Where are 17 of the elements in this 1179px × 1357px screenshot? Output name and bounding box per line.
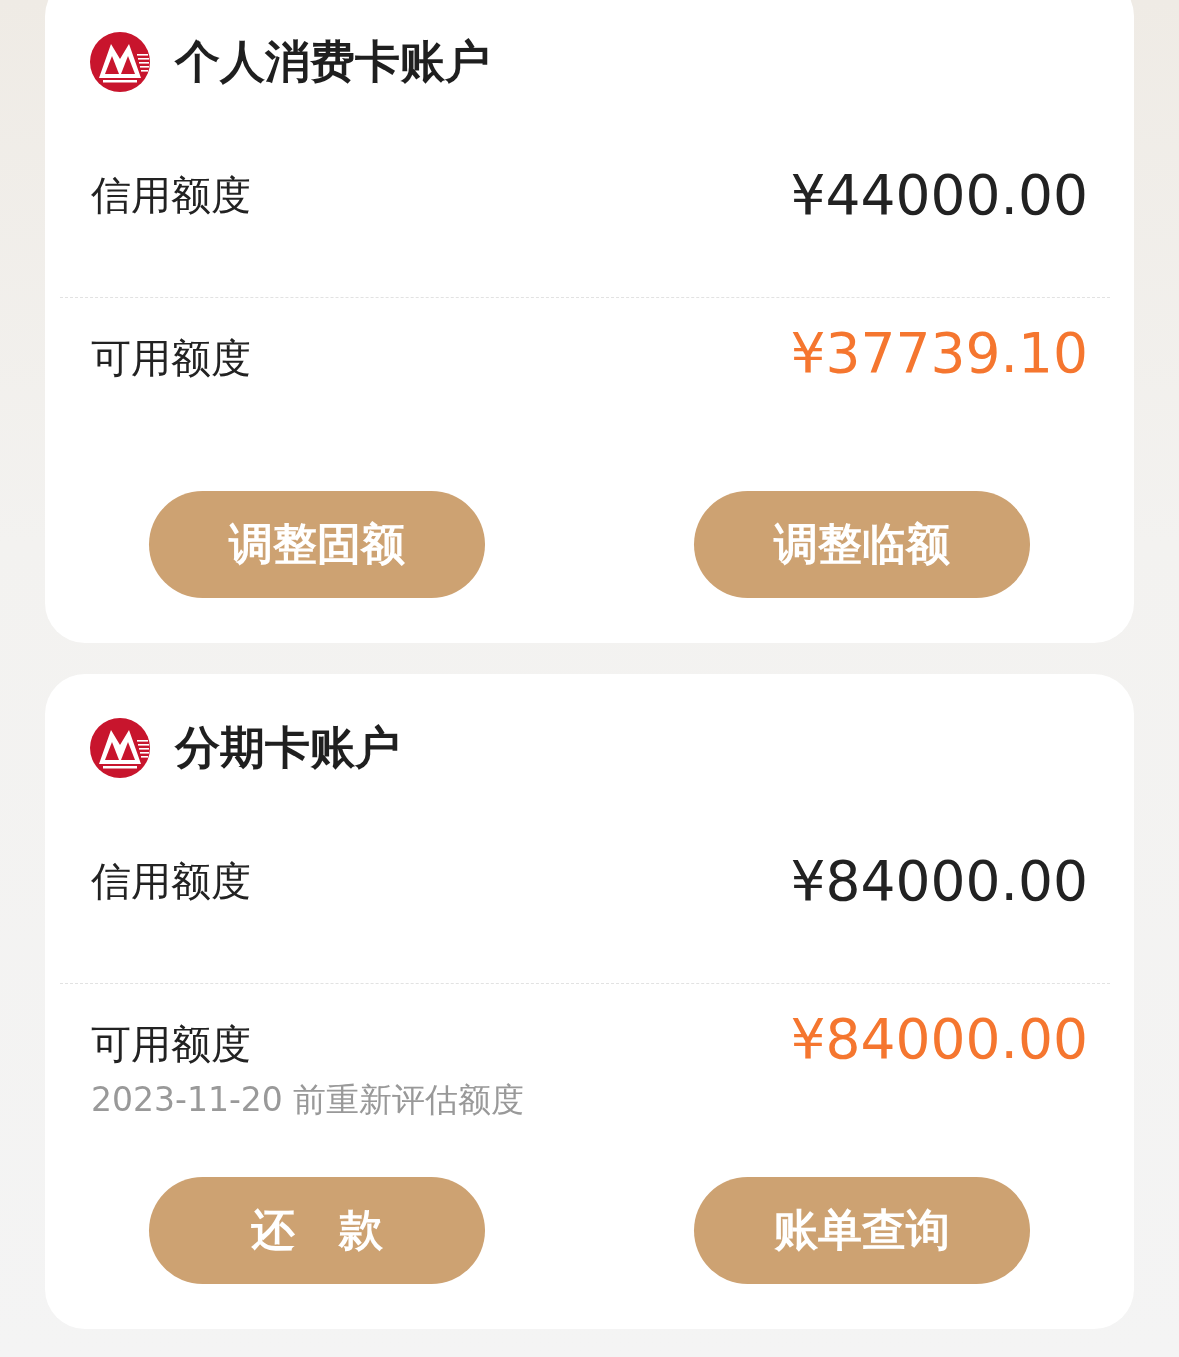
amount-value: ¥84000.00 xyxy=(790,1007,1088,1071)
action-button[interactable]: 调整固额 xyxy=(149,491,485,598)
limit-label: 可用额度 xyxy=(91,334,251,382)
amount-value: ¥84000.00 xyxy=(790,848,1088,913)
reassessment-note: 2023-11-20 前重新评估额度 xyxy=(91,1080,525,1120)
account-title: 分期卡账户 xyxy=(175,720,400,776)
action-button[interactable]: 账单查询 xyxy=(694,1177,1030,1284)
limit-label: 可用额度 xyxy=(91,1020,252,1068)
circle-logo-icon xyxy=(90,718,150,778)
account-title: 个人消费卡账户 xyxy=(175,34,490,90)
limit-label: 信用额度 xyxy=(91,170,251,219)
amount-value: ¥44000.00 xyxy=(790,162,1088,227)
limit-label: 信用额度 xyxy=(91,856,251,905)
amount-value: ¥37739.10 xyxy=(790,321,1088,385)
circle-logo-icon xyxy=(90,32,150,92)
action-button[interactable]: 调整临额 xyxy=(694,491,1030,598)
action-button[interactable]: 还 款 xyxy=(149,1177,485,1284)
